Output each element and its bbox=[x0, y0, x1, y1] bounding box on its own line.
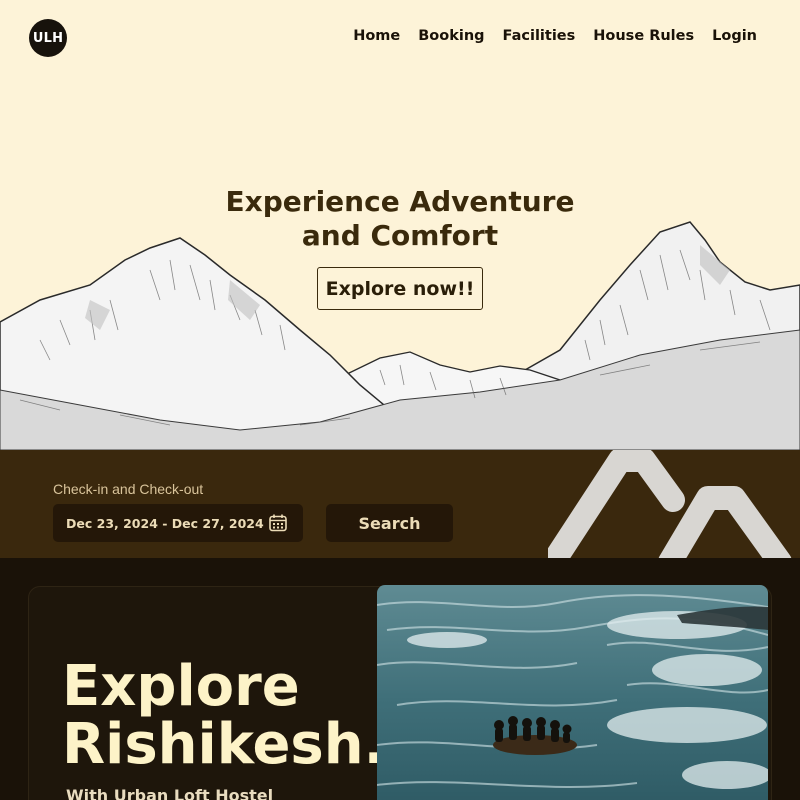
calendar-icon bbox=[269, 514, 287, 532]
brand-logo[interactable]: ULH bbox=[29, 19, 67, 57]
explore-subtitle: With Urban Loft Hostel bbox=[66, 786, 274, 800]
nav-facilities-link[interactable]: Facilities bbox=[503, 28, 576, 44]
nav-booking-link[interactable]: Booking bbox=[418, 28, 484, 44]
hero-section: ULH Home Booking Facilities House Rules … bbox=[0, 0, 800, 450]
search-button[interactable]: Search bbox=[326, 504, 453, 542]
date-range-picker[interactable]: Dec 23, 2024 - Dec 27, 2024 bbox=[53, 504, 303, 542]
explore-title-line2: Rishikesh. bbox=[62, 712, 385, 777]
river-rafting-photo bbox=[377, 585, 768, 800]
nav-house-rules-link[interactable]: House Rules bbox=[593, 28, 694, 44]
hero-title: Experience Adventure and Comfort bbox=[0, 185, 800, 253]
nav-home-link[interactable]: Home bbox=[353, 28, 400, 44]
explore-title: Explore Rishikesh. bbox=[62, 658, 385, 774]
explore-now-button[interactable]: Explore now!! bbox=[317, 267, 483, 310]
checkin-checkout-label: Check-in and Check-out bbox=[53, 481, 204, 497]
hero-title-line1: Experience Adventure bbox=[225, 185, 575, 218]
explore-title-line1: Explore bbox=[62, 654, 300, 719]
hero-title-line2: and Comfort bbox=[301, 219, 499, 252]
main-nav: Home Booking Facilities House Rules Logi… bbox=[353, 28, 757, 44]
date-range-value: Dec 23, 2024 - Dec 27, 2024 bbox=[66, 515, 264, 531]
nav-login-link[interactable]: Login bbox=[712, 28, 757, 44]
booking-bar: Check-in and Check-out Dec 23, 2024 - De… bbox=[0, 450, 800, 558]
explore-section: Explore Rishikesh. With Urban Loft Hoste… bbox=[0, 558, 800, 800]
mountain-logo-mark bbox=[548, 450, 792, 558]
